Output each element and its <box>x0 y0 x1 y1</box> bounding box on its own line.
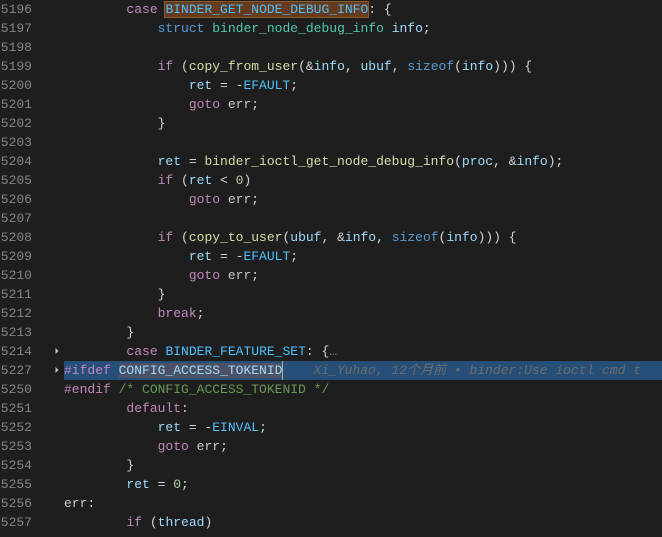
code-line: err: <box>64 494 662 513</box>
line-number: 5256 <box>0 494 32 513</box>
code-line: case BINDER_GET_NODE_DEBUG_INFO: { <box>64 0 662 19</box>
chevron-right-icon[interactable] <box>50 342 64 361</box>
code-line: if (copy_from_user(&info, ubuf, sizeof(i… <box>64 57 662 76</box>
line-number: 5210 <box>0 266 32 285</box>
line-number: 5213 <box>0 323 32 342</box>
code-line: goto err; <box>64 266 662 285</box>
line-number: 5214 <box>0 342 32 361</box>
code-line: } <box>64 285 662 304</box>
code-line: ret = binder_ioctl_get_node_debug_info(p… <box>64 152 662 171</box>
code-line <box>64 133 662 152</box>
code-line: ret = -EFAULT; <box>64 247 662 266</box>
code-line: ret = 0; <box>64 475 662 494</box>
text-cursor <box>282 361 283 380</box>
line-number: 5254 <box>0 456 32 475</box>
line-number: 5207 <box>0 209 32 228</box>
line-number: 5227 <box>0 361 32 380</box>
line-number: 5255 <box>0 475 32 494</box>
code-line: goto err; <box>64 437 662 456</box>
line-number: 5201 <box>0 95 32 114</box>
code-editor[interactable]: 5196 5197 5198 5199 5200 5201 5202 5203 … <box>0 0 662 537</box>
line-number: 5212 <box>0 304 32 323</box>
line-number: 5211 <box>0 285 32 304</box>
line-number: 5200 <box>0 76 32 95</box>
line-number: 5253 <box>0 437 32 456</box>
selection: CONFIG_ACCESS_TOKENID <box>119 363 283 378</box>
line-number: 5199 <box>0 57 32 76</box>
line-number: 5198 <box>0 38 32 57</box>
code-line: default: <box>64 399 662 418</box>
git-blame-annotation: Xi_Yuhao, 12个月前 • binder:Use ioctl cmd t <box>313 363 641 378</box>
code-line: if (copy_to_user(ubuf, &info, sizeof(inf… <box>64 228 662 247</box>
line-number: 5204 <box>0 152 32 171</box>
code-line: } <box>64 456 662 475</box>
code-line: goto err; <box>64 190 662 209</box>
code-line: if (ret < 0) <box>64 171 662 190</box>
line-number: 5202 <box>0 114 32 133</box>
line-number: 5208 <box>0 228 32 247</box>
line-number: 5251 <box>0 399 32 418</box>
code-line: ret = -EINVAL; <box>64 418 662 437</box>
code-line: struct binder_node_debug_info info; <box>64 19 662 38</box>
line-number-gutter: 5196 5197 5198 5199 5200 5201 5202 5203 … <box>0 0 50 537</box>
line-number: 5203 <box>0 133 32 152</box>
code-line: } <box>64 114 662 133</box>
code-line <box>64 38 662 57</box>
code-line: if (thread) <box>64 513 662 532</box>
line-number: 5197 <box>0 19 32 38</box>
code-line-active: #ifdef CONFIG_ACCESS_TOKENIDXi_Yuhao, 12… <box>64 361 662 380</box>
code-line: goto err; <box>64 95 662 114</box>
line-number: 5205 <box>0 171 32 190</box>
line-number: 5196 <box>0 0 32 19</box>
line-number: 5206 <box>0 190 32 209</box>
code-line: #endif /* CONFIG_ACCESS_TOKENID */ <box>64 380 662 399</box>
code-line <box>64 209 662 228</box>
line-number: 5250 <box>0 380 32 399</box>
line-number: 5252 <box>0 418 32 437</box>
code-area[interactable]: case BINDER_GET_NODE_DEBUG_INFO: { struc… <box>64 0 662 537</box>
code-line: break; <box>64 304 662 323</box>
chevron-right-icon[interactable] <box>50 361 64 380</box>
code-line: case BINDER_FEATURE_SET: {… <box>64 342 662 361</box>
fold-gutter <box>50 0 64 537</box>
line-number: 5257 <box>0 513 32 532</box>
code-line: ret = -EFAULT; <box>64 76 662 95</box>
code-line: } <box>64 323 662 342</box>
line-number: 5209 <box>0 247 32 266</box>
